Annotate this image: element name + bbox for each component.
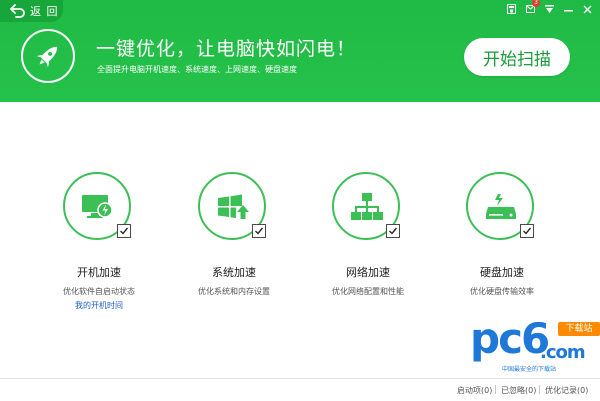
feature-name: 网络加速 — [346, 266, 390, 279]
boot-speedup-checkbox[interactable] — [117, 224, 131, 238]
optimize-records-link[interactable]: 优化记录(0) — [545, 385, 588, 396]
windows-up-icon — [214, 188, 252, 226]
network-icon — [348, 188, 386, 226]
ignored-link[interactable]: 已忽略(0) — [501, 385, 536, 396]
start-scan-button[interactable]: 开始扫描 — [464, 38, 570, 76]
skin-icon[interactable] — [505, 2, 517, 16]
feature-boot-speedup: 开机加速 优化软件自启动状态 我的开机时间 — [29, 172, 169, 312]
feature-name: 系统加速 — [212, 266, 256, 279]
startup-items-link[interactable]: 启动项(0) — [457, 385, 492, 396]
close-icon[interactable] — [581, 2, 593, 16]
watermark-badge: 下载站 — [558, 322, 600, 336]
pc6-watermark: pc6 下载站 .com 中国最安全的下载站 — [470, 314, 600, 375]
back-label: 返 回 — [30, 5, 59, 18]
message-icon[interactable]: 3 — [524, 0, 540, 16]
network-speedup-circle[interactable] — [332, 172, 400, 240]
hero-subtitle: 全面提升电脑开机速度、系统速度、上网速度、硬盘速度 — [97, 65, 297, 74]
minimize-icon[interactable] — [562, 2, 574, 16]
feature-harddisk-speedup: 硬盘加速 优化硬盘传输效率 — [432, 172, 572, 312]
footer-divider — [495, 385, 496, 394]
footer-divider — [539, 385, 540, 394]
harddisk-icon — [482, 188, 520, 226]
monitor-power-icon — [79, 188, 117, 226]
back-button[interactable]: 返 回 — [0, 0, 63, 22]
my-boot-time-link[interactable]: 我的开机时间 — [29, 300, 169, 311]
watermark-domain: .com — [540, 342, 586, 363]
system-speedup-circle[interactable] — [198, 172, 266, 240]
feature-desc: 优化系统和内存设置 — [198, 287, 270, 296]
watermark-logo-text: pc6 — [470, 314, 550, 363]
feature-name: 开机加速 — [77, 266, 121, 279]
message-badge: 3 — [532, 0, 540, 7]
feature-desc: 优化软件自启动状态 — [63, 287, 135, 296]
rocket-icon — [20, 28, 76, 84]
boot-speedup-circle[interactable] — [63, 172, 131, 240]
hero-title: 一键优化，让电脑快如闪电！ — [96, 38, 357, 60]
feature-desc: 优化网络配置和性能 — [332, 287, 404, 296]
feature-network-speedup: 网络加速 优化网络配置和性能 — [298, 172, 438, 312]
harddisk-speedup-checkbox[interactable] — [520, 224, 534, 238]
system-speedup-checkbox[interactable] — [252, 224, 266, 238]
feature-name: 硬盘加速 — [480, 266, 524, 279]
feature-system-speedup: 系统加速 优化系统和内存设置 — [164, 172, 304, 312]
network-speedup-checkbox[interactable] — [386, 224, 400, 238]
harddisk-speedup-circle[interactable] — [466, 172, 534, 240]
feature-desc: 优化硬盘传输效率 — [470, 287, 534, 296]
back-arrow-icon — [9, 2, 27, 20]
header-banner: 返 回 3 一键优化，让电脑快如闪电！ 全面提升电脑开机速度、系统速度、上网速度… — [0, 0, 600, 102]
footer-bar: 启动项(0) 已忽略(0) 优化记录(0) — [0, 378, 600, 401]
menu-icon[interactable] — [543, 2, 555, 16]
watermark-slogan: 中国最安全的下载站 — [502, 366, 557, 373]
